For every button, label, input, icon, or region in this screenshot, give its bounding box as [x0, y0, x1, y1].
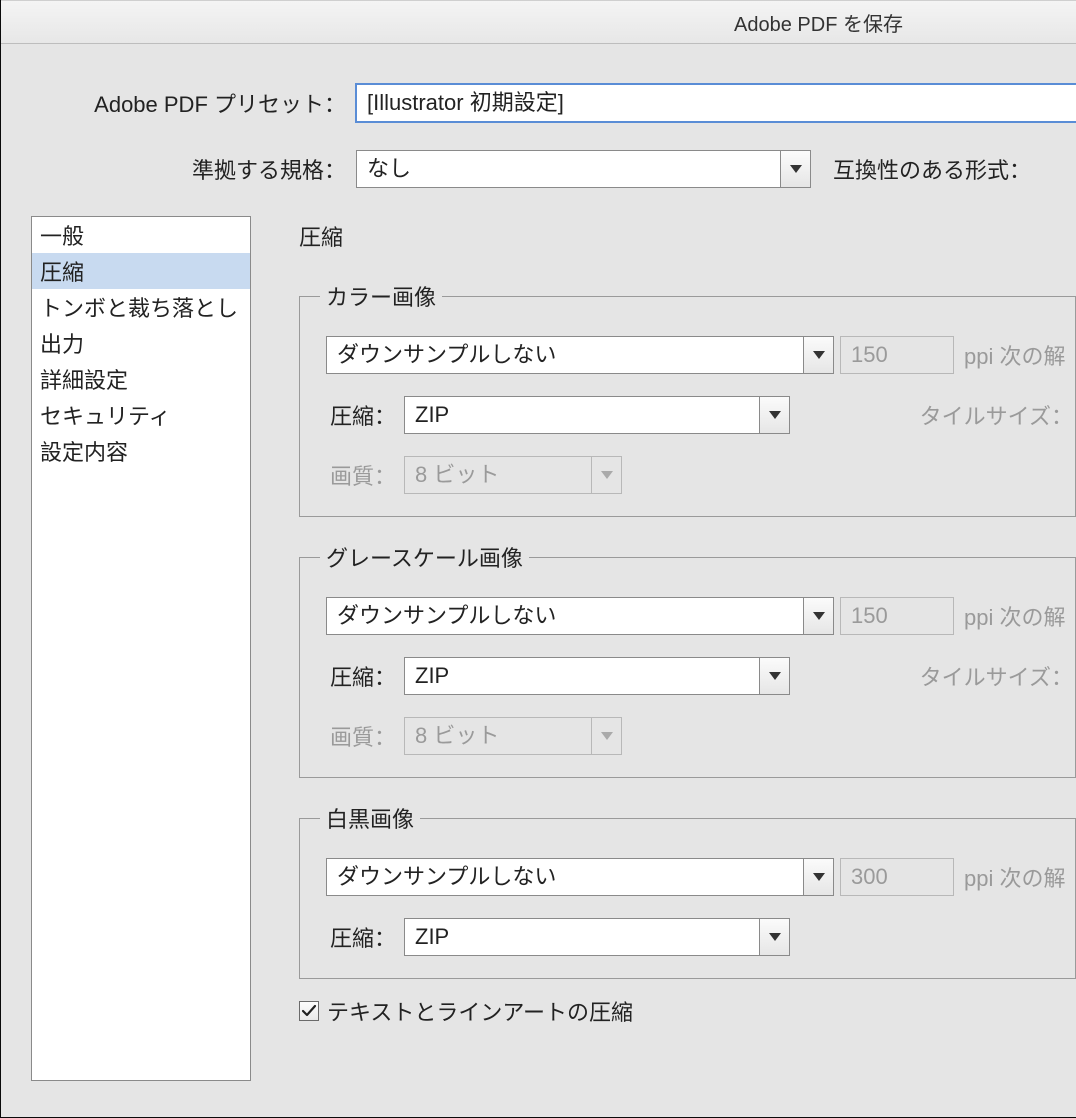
gray-ppi-unit: ppi 次の解: [964, 600, 1065, 632]
panel-heading: 圧縮: [299, 220, 1076, 252]
color-quality-value: 8 ビット: [405, 457, 591, 493]
color-tile-size-label: タイルサイズ：: [920, 399, 1075, 431]
chevron-down-icon: [780, 151, 810, 187]
gray-quality-combobox: 8 ビット: [404, 717, 622, 755]
gray-tile-size-label: タイルサイズ：: [920, 660, 1075, 692]
grayscale-images-group: グレースケール画像 ダウンサンプルしない 150 ppi 次の解 圧縮： ZIP: [299, 541, 1076, 778]
mono-ppi-unit: ppi 次の解: [964, 861, 1065, 893]
compression-panel: 圧縮 カラー画像 ダウンサンプルしない 150 ppi 次の解 圧縮：: [281, 216, 1076, 1081]
gray-compression-combobox[interactable]: ZIP: [404, 657, 790, 695]
chevron-down-icon: [591, 718, 621, 754]
color-compression-combobox[interactable]: ZIP: [404, 396, 790, 434]
mono-ppi-field: 300: [840, 858, 954, 896]
mono-compression-label: 圧縮：: [326, 921, 404, 953]
grayscale-images-legend: グレースケール画像: [320, 541, 529, 573]
compress-text-lineart-row[interactable]: テキストとラインアートの圧縮: [299, 995, 1076, 1027]
mono-images-legend: 白黒画像: [320, 802, 420, 834]
compress-text-lineart-label: テキストとラインアートの圧縮: [327, 995, 633, 1027]
color-downsample-value: ダウンサンプルしない: [327, 337, 803, 373]
sidebar-item-summary[interactable]: 設定内容: [32, 433, 250, 469]
preset-value: [Illustrator 初期設定]: [357, 85, 1076, 121]
mono-downsample-combobox[interactable]: ダウンサンプルしない: [326, 858, 834, 896]
titlebar: Adobe PDF を保存: [1, 0, 1076, 44]
compress-text-lineart-checkbox[interactable]: [299, 1001, 319, 1021]
sidebar-item-advanced[interactable]: 詳細設定: [32, 361, 250, 397]
gray-compression-label: 圧縮：: [326, 660, 404, 692]
chevron-down-icon: [759, 658, 789, 694]
color-quality-label: 画質：: [326, 459, 404, 491]
chevron-down-icon: [759, 397, 789, 433]
gray-quality-value: 8 ビット: [405, 718, 591, 754]
chevron-down-icon: [803, 598, 833, 634]
gray-ppi-field: 150: [840, 597, 954, 635]
sidebar-item-marks-bleeds[interactable]: トンボと裁ち落とし: [32, 289, 250, 325]
gray-downsample-combobox[interactable]: ダウンサンプルしない: [326, 597, 834, 635]
sidebar-item-output[interactable]: 出力: [32, 325, 250, 361]
standard-label: 準拠する規格：: [1, 153, 356, 185]
gray-downsample-value: ダウンサンプルしない: [327, 598, 803, 634]
preset-label: Adobe PDF プリセット：: [1, 87, 356, 119]
compatibility-label: 互換性のある形式：: [833, 153, 1031, 185]
window-title: Adobe PDF を保存: [734, 8, 903, 37]
chevron-down-icon: [759, 919, 789, 955]
sidebar: 一般 圧縮 トンボと裁ち落とし 出力 詳細設定 セキュリティ 設定内容: [31, 216, 251, 1081]
chevron-down-icon: [803, 337, 833, 373]
standard-combobox[interactable]: なし: [356, 150, 811, 188]
sidebar-item-compression[interactable]: 圧縮: [32, 253, 250, 289]
gray-quality-label: 画質：: [326, 720, 404, 752]
color-ppi-field: 150: [840, 336, 954, 374]
color-downsample-combobox[interactable]: ダウンサンプルしない: [326, 336, 834, 374]
save-pdf-dialog: Adobe PDF を保存 Adobe PDF プリセット： [Illustra…: [0, 0, 1076, 1118]
mono-compression-combobox[interactable]: ZIP: [404, 918, 790, 956]
color-quality-combobox: 8 ビット: [404, 456, 622, 494]
gray-compression-value: ZIP: [405, 658, 759, 694]
mono-compression-value: ZIP: [405, 919, 759, 955]
preset-combobox[interactable]: [Illustrator 初期設定]: [356, 84, 1076, 122]
color-compression-value: ZIP: [405, 397, 759, 433]
color-images-group: カラー画像 ダウンサンプルしない 150 ppi 次の解 圧縮： ZIP: [299, 280, 1076, 517]
mono-downsample-value: ダウンサンプルしない: [327, 859, 803, 895]
chevron-down-icon: [803, 859, 833, 895]
check-icon: [301, 1003, 317, 1019]
color-images-legend: カラー画像: [320, 280, 442, 312]
color-ppi-unit: ppi 次の解: [964, 339, 1065, 371]
standard-value: なし: [357, 151, 780, 187]
sidebar-item-general[interactable]: 一般: [32, 217, 250, 253]
mono-images-group: 白黒画像 ダウンサンプルしない 300 ppi 次の解 圧縮： ZIP: [299, 802, 1076, 979]
chevron-down-icon: [591, 457, 621, 493]
color-compression-label: 圧縮：: [326, 399, 404, 431]
sidebar-item-security[interactable]: セキュリティ: [32, 397, 250, 433]
